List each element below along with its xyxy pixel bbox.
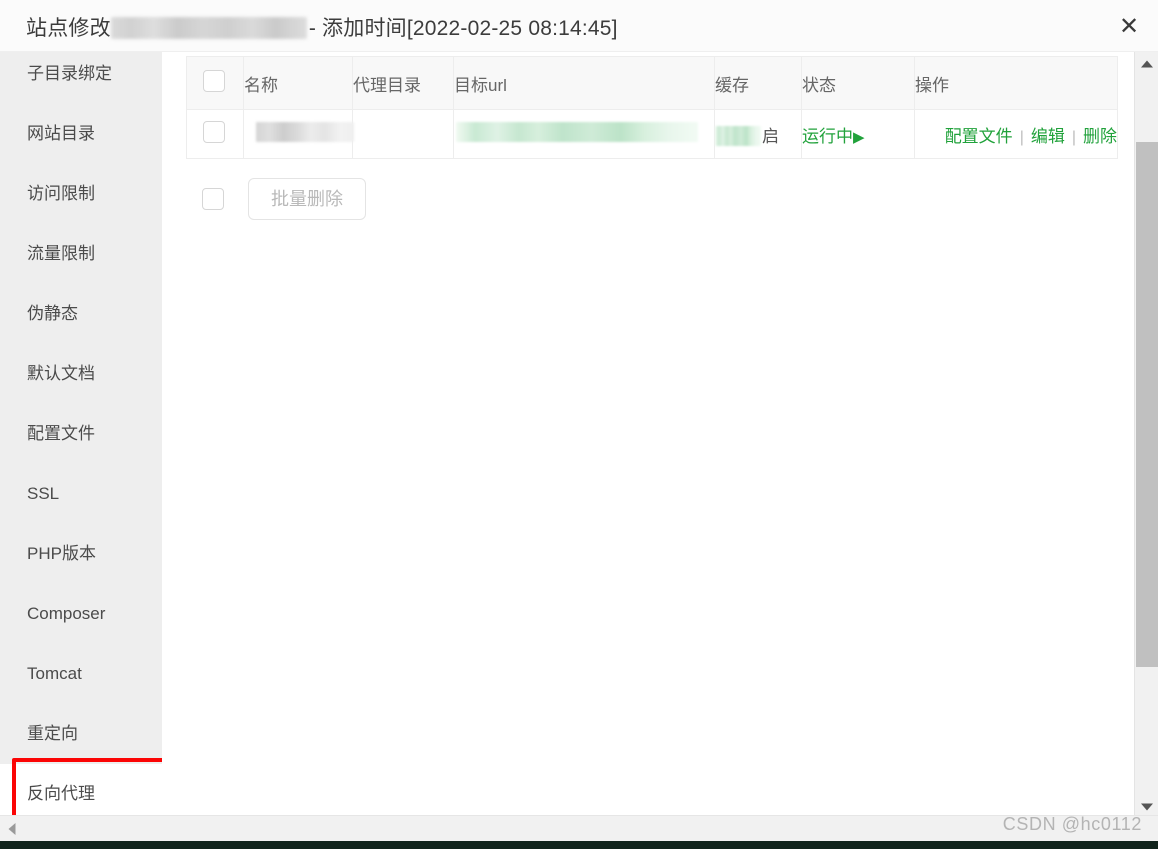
redacted-url-link[interactable] (456, 121, 698, 142)
page-title: 站点修改 - 添加时间[2022-02-25 08:14:45] (26, 12, 618, 42)
horizontal-scrollbar[interactable] (0, 815, 1158, 841)
sidebar-item-traffic-limit[interactable]: 流量限制 (0, 224, 162, 284)
row-select-cell (186, 109, 244, 159)
column-header-proxy-dir: 代理目录 (352, 56, 454, 110)
cell-target-url (453, 109, 715, 159)
reverse-proxy-table-wrap: 名称 代理目录 目标url 缓存 状态 操作 启 运行中▶ 配置文件 | 编辑 … (186, 56, 1118, 159)
dialog-title-bar: 站点修改 - 添加时间[2022-02-25 08:14:45] ✕ (0, 0, 1158, 52)
status-badge[interactable]: 运行中▶ (802, 127, 865, 146)
delete-link[interactable]: 删除 (1083, 127, 1117, 146)
sidebar-item-default-document[interactable]: 默认文档 (0, 344, 162, 404)
column-header-target-url: 目标url (453, 56, 715, 110)
cell-operations: 配置文件 | 编辑 | 删除 (914, 109, 1118, 159)
dialog-title-prefix: 站点修改 (26, 17, 111, 40)
sidebar-item-redirect[interactable]: 重定向 (0, 704, 162, 764)
main-content: 名称 代理目录 目标url 缓存 状态 操作 启 运行中▶ 配置文件 | 编辑 … (162, 52, 1134, 819)
table-header-row: 名称 代理目录 目标url 缓存 状态 操作 (186, 56, 1118, 110)
action-separator: | (1071, 128, 1076, 146)
sidebar-item-site-directory[interactable]: 网站目录 (0, 104, 162, 164)
sidebar-item-composer[interactable]: Composer (0, 584, 162, 644)
redacted-domain-text (110, 17, 307, 39)
batch-actions-row: 批量删除 (186, 178, 366, 220)
cell-cache: 启 (714, 109, 802, 159)
sidebar-item-config-file[interactable]: 配置文件 (0, 404, 162, 464)
column-header-status: 状态 (801, 56, 915, 110)
column-header-operation: 操作 (914, 56, 1118, 110)
select-all-checkbox[interactable] (202, 188, 224, 210)
sidebar-item-php-version[interactable]: PHP版本 (0, 524, 162, 584)
cell-status: 运行中▶ (801, 109, 915, 159)
row-checkbox[interactable] (203, 120, 225, 143)
sidebar-item-tomcat[interactable]: Tomcat (0, 644, 162, 704)
config-file-link[interactable]: 配置文件 (945, 127, 1013, 146)
status-label: 运行中 (802, 126, 853, 146)
vertical-scrollbar-thumb[interactable] (1136, 142, 1158, 667)
cell-proxy-dir (352, 109, 454, 159)
redacted-cache-prefix (715, 125, 761, 146)
reverse-proxy-table: 名称 代理目录 目标url 缓存 状态 操作 启 运行中▶ 配置文件 | 编辑 … (186, 56, 1118, 159)
scroll-left-arrow-icon[interactable] (2, 816, 22, 841)
table-header: 名称 代理目录 目标url 缓存 状态 操作 (186, 56, 1118, 110)
column-header-select (186, 56, 244, 110)
column-header-cache: 缓存 (714, 56, 802, 110)
app-screen: 站点修改 - 添加时间[2022-02-25 08:14:45] ✕ 子目录绑定 … (0, 0, 1158, 849)
action-separator: | (1019, 128, 1024, 146)
sidebar-item-subdir-binding[interactable]: 子目录绑定 (0, 52, 162, 104)
redacted-name-text (256, 121, 354, 142)
background-window-bottom-bar (0, 841, 1158, 849)
table-body: 启 运行中▶ 配置文件 | 编辑 | 删除 (186, 109, 1118, 159)
vertical-scrollbar[interactable] (1134, 52, 1158, 819)
play-icon: ▶ (853, 128, 865, 146)
select-all-header-checkbox[interactable] (203, 69, 225, 92)
sidebar-item-reverse-proxy[interactable]: 反向代理 (0, 764, 162, 819)
scroll-down-arrow-icon[interactable] (1135, 797, 1158, 817)
cache-value: 启 (762, 126, 779, 146)
edit-link[interactable]: 编辑 (1031, 127, 1065, 146)
sidebar-item-access-restriction[interactable]: 访问限制 (0, 164, 162, 224)
close-icon[interactable]: ✕ (1114, 12, 1144, 42)
cell-name (243, 109, 354, 159)
column-header-name: 名称 (243, 56, 353, 110)
dialog-title-suffix: - 添加时间[2022-02-25 08:14:45] (308, 17, 618, 40)
sidebar: 子目录绑定 网站目录 访问限制 流量限制 伪静态 默认文档 配置文件 SSL P… (0, 52, 162, 819)
sidebar-item-pseudo-static[interactable]: 伪静态 (0, 284, 162, 344)
batch-delete-button[interactable]: 批量删除 (248, 178, 366, 220)
scroll-up-arrow-icon[interactable] (1135, 54, 1158, 74)
table-row: 启 运行中▶ 配置文件 | 编辑 | 删除 (186, 109, 1118, 159)
sidebar-item-ssl[interactable]: SSL (0, 464, 162, 524)
